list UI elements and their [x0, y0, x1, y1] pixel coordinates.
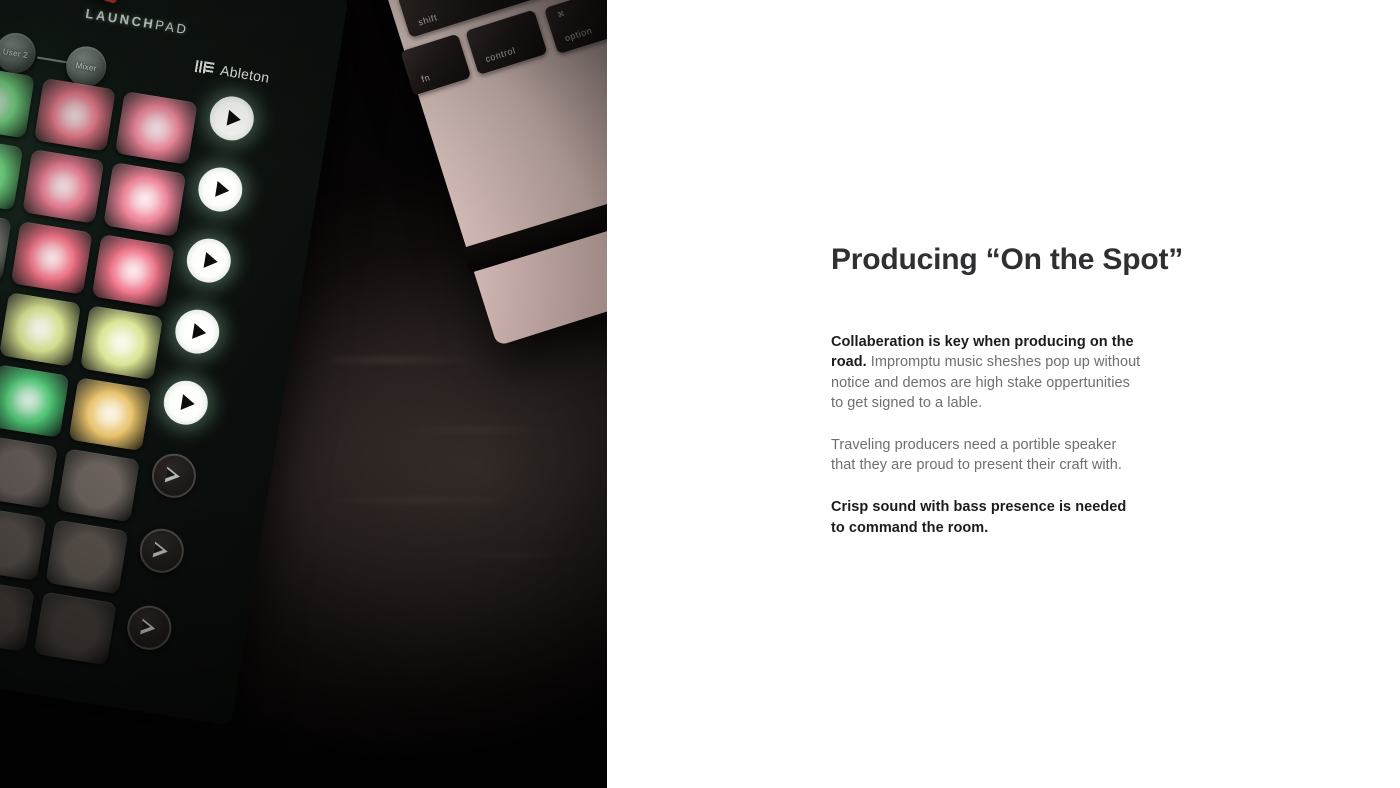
key-control: control — [465, 9, 548, 76]
pad-r5-c4[interactable] — [68, 376, 152, 452]
play-triangle-icon — [214, 180, 230, 199]
pad-r4-c3[interactable] — [0, 292, 82, 367]
mode-button-user2-label: User 2 — [2, 46, 29, 60]
play-triangle-outline-icon — [165, 466, 184, 485]
ableton-bars-icon — [194, 60, 215, 75]
pad-r3-c3[interactable] — [10, 220, 94, 296]
pad-r1-c2[interactable] — [0, 64, 35, 139]
pad-r3-c4[interactable] — [91, 233, 175, 309]
pad-r2-c4[interactable] — [103, 162, 187, 237]
key-fn-label: fn — [420, 72, 432, 85]
key-shift-label: shift — [416, 12, 439, 28]
play-triangle-icon — [191, 323, 207, 341]
desk-texture — [330, 300, 607, 630]
key-control-label: control — [484, 45, 517, 65]
pad-r8-c4[interactable] — [33, 591, 117, 666]
pad-r3-c2[interactable] — [0, 207, 12, 282]
slide-root: caps lock shift fn control ⌘ option Q — [0, 0, 1400, 788]
pad-r6-c4[interactable] — [57, 448, 141, 523]
paragraph-2: Traveling producers need a portible spea… — [831, 436, 1122, 474]
text-block: Producing “On the Spot” Collaberation is… — [831, 243, 1184, 539]
play-triangle-outline-icon — [153, 541, 172, 560]
pad-r2-c3[interactable] — [21, 149, 105, 224]
mode-button-mixer-label: Mixer — [75, 60, 98, 73]
pad-r4-c4[interactable] — [80, 305, 164, 380]
play-triangle-outline-icon — [140, 618, 159, 637]
pad-r8-c3[interactable] — [0, 577, 36, 653]
paragraph-1: Collaberation is key when producing on t… — [831, 333, 1141, 412]
play-triangle-icon — [180, 394, 196, 412]
play-triangle-icon — [226, 109, 242, 128]
pad-r5-c3[interactable] — [0, 363, 70, 438]
paragraph-1-lead: Collaberation is key when producing on t… — [831, 333, 1134, 371]
pad-r1-c3[interactable] — [33, 77, 117, 153]
pad-r7-c3[interactable] — [0, 506, 47, 581]
pad-r7-c4[interactable] — [45, 519, 129, 595]
pad-r6-c3[interactable] — [0, 434, 59, 510]
key-fn: fn — [400, 33, 472, 96]
key-option: ⌘ option — [543, 0, 607, 55]
launchpad-photo: caps lock shift fn control ⌘ option Q — [0, 0, 607, 788]
body-copy: Collaberation is key when producing on t… — [831, 332, 1171, 539]
page-title: Producing “On the Spot” — [831, 243, 1184, 276]
pad-r1-c4[interactable] — [114, 91, 198, 166]
content-panel: Producing “On the Spot” Collaberation is… — [607, 0, 1400, 788]
play-triangle-icon — [203, 251, 219, 270]
pad-r2-c2[interactable] — [0, 135, 23, 211]
paragraph-3: Crisp sound with bass presence is needed… — [831, 499, 1127, 536]
